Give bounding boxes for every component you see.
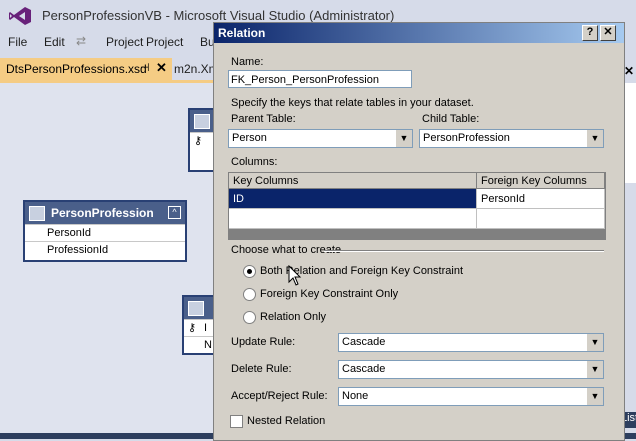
datatable-column-personid[interactable]: PersonId [25, 224, 185, 241]
update-rule-value: Cascade [342, 336, 386, 348]
specify-text: Specify the keys that relate tables in y… [231, 97, 474, 109]
datatable-name: PersonProfession [51, 206, 154, 220]
name-label: Name: [231, 56, 264, 68]
tab-m2n[interactable]: m2n.Xm [174, 62, 219, 76]
child-table-value: PersonProfession [423, 132, 510, 144]
name-input[interactable]: FK_Person_PersonProfession [228, 70, 412, 88]
radio-both[interactable] [243, 265, 256, 278]
toolbar-icon: ⇄ [76, 34, 87, 48]
table-icon [194, 114, 210, 129]
child-table-select[interactable]: PersonProfession ▼ [419, 129, 604, 148]
parent-table-value: Person [232, 132, 267, 144]
columns-label: Columns: [231, 156, 278, 168]
parent-table-label: Parent Table: [231, 113, 296, 125]
delete-rule-select[interactable]: Cascade ▼ [338, 360, 604, 379]
grid-header-foreign-key-columns[interactable]: Foreign Key Columns [477, 173, 605, 189]
row-text: I [204, 322, 208, 334]
radio-dot [247, 269, 252, 274]
menu-view[interactable]: Project [106, 35, 143, 49]
window-title: PersonProfessionVB - Microsoft Visual St… [42, 8, 395, 23]
dialog-title: Relation [218, 26, 266, 40]
nested-relation-checkbox[interactable] [230, 415, 243, 428]
datatable-personprofession[interactable]: PersonProfession ^ PersonId ProfessionId [23, 200, 187, 262]
child-table-label: Child Table: [422, 113, 480, 125]
menu-file[interactable]: File [8, 35, 27, 49]
key-icon: ⚷ [188, 322, 197, 334]
table-icon [29, 206, 45, 221]
grid-cell-key[interactable] [229, 209, 477, 229]
nested-relation-label[interactable]: Nested Relation [247, 415, 325, 427]
chevron-down-icon[interactable]: ▼ [586, 388, 603, 405]
radio-relation-only[interactable] [243, 311, 256, 324]
delete-rule-value: Cascade [342, 363, 386, 375]
datatable-header: PersonProfession ^ [25, 202, 185, 224]
close-button[interactable]: ✕ [600, 25, 616, 41]
chevron-down-icon[interactable]: ▼ [586, 361, 603, 378]
radio-fk-only[interactable] [243, 288, 256, 301]
chevron-down-icon[interactable]: ▼ [586, 130, 603, 147]
visual-studio-logo-icon [9, 7, 31, 25]
grid-cell-foreign-key[interactable] [477, 209, 605, 229]
table-icon [188, 301, 204, 316]
dialog-titlebar: Relation ? ✕ [214, 23, 624, 43]
key-icon: ⚷ [194, 135, 203, 147]
datatable-column-professionid[interactable]: ProfessionId [25, 241, 185, 258]
grid-cell-foreign-key[interactable]: PersonId [477, 189, 605, 209]
columns-grid: Key Columns Foreign Key Columns ID Perso… [228, 172, 606, 240]
close-icon[interactable]: ✕ [624, 64, 634, 78]
grid-header-key-columns[interactable]: Key Columns [229, 173, 477, 189]
relation-dialog: Relation ? ✕ Name: FK_Person_PersonProfe… [213, 22, 625, 441]
accept-reject-select[interactable]: None ▼ [338, 387, 604, 406]
tab-dtspersonprofessions[interactable]: DtsPersonProfessions.xsd ⊣ ✕ [0, 58, 172, 80]
update-rule-label: Update Rule: [231, 336, 296, 348]
accept-reject-label: Accept/Reject Rule: [231, 390, 328, 402]
update-rule-select[interactable]: Cascade ▼ [338, 333, 604, 352]
chevron-down-icon[interactable]: ▼ [395, 130, 412, 147]
accept-reject-value: None [342, 390, 369, 402]
collapse-icon[interactable]: ^ [168, 206, 181, 219]
menu-project[interactable]: Project [146, 35, 183, 49]
chevron-down-icon[interactable]: ▼ [586, 334, 603, 351]
option-label-relation-only[interactable]: Relation Only [260, 311, 326, 323]
pin-icon[interactable]: ⊣ [140, 61, 150, 74]
grid-cell-key[interactable]: ID [229, 189, 477, 209]
delete-rule-label: Delete Rule: [231, 363, 292, 375]
tab-label: DtsPersonProfessions.xsd [6, 62, 147, 76]
option-label-fk-only[interactable]: Foreign Key Constraint Only [260, 288, 398, 300]
separator [324, 250, 604, 252]
mouse-cursor-icon [288, 265, 302, 286]
menu-edit[interactable]: Edit [44, 35, 65, 49]
close-icon[interactable]: ✕ [156, 60, 167, 76]
row-text: N [204, 339, 212, 351]
parent-table-select[interactable]: Person ▼ [228, 129, 413, 148]
help-button[interactable]: ? [582, 25, 598, 41]
